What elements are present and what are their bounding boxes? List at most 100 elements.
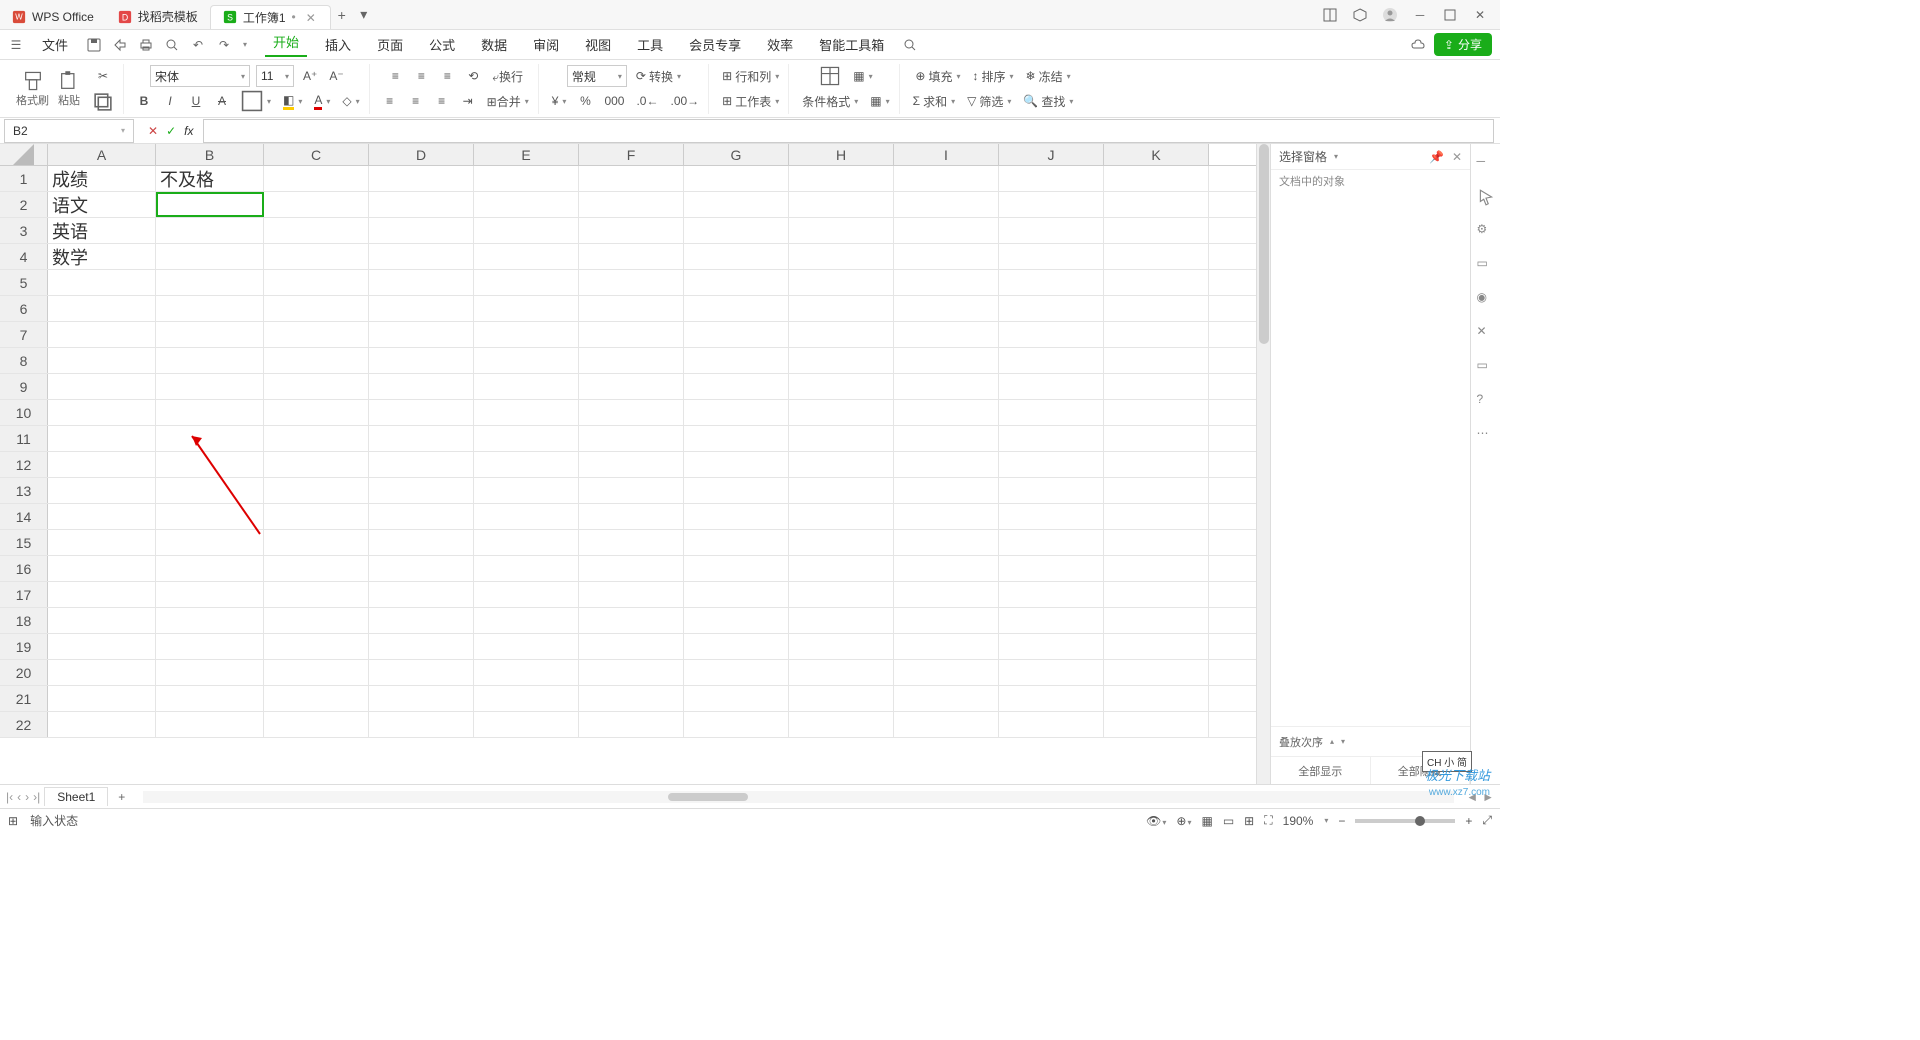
last-sheet-icon[interactable]: ›|: [33, 790, 40, 804]
cell[interactable]: [894, 504, 999, 529]
cell[interactable]: [789, 686, 894, 711]
cell[interactable]: [156, 322, 264, 347]
cell-style-icon[interactable]: ▦▾: [850, 65, 875, 87]
column-header[interactable]: B: [156, 144, 264, 165]
cell[interactable]: [156, 556, 264, 581]
cell[interactable]: [789, 608, 894, 633]
row-header[interactable]: 12: [0, 452, 48, 477]
cell[interactable]: [369, 504, 474, 529]
clear-format-icon[interactable]: ◇▾: [339, 90, 362, 112]
cell[interactable]: [999, 296, 1104, 321]
cell[interactable]: [1104, 400, 1209, 425]
cell[interactable]: [369, 166, 474, 191]
cell[interactable]: [684, 712, 789, 737]
cell[interactable]: [789, 452, 894, 477]
cut-icon[interactable]: ✂: [89, 65, 117, 87]
horizontal-scrollbar[interactable]: [143, 791, 1454, 803]
cell[interactable]: [1104, 426, 1209, 451]
image-icon[interactable]: ▭: [1477, 358, 1495, 376]
menu-smart[interactable]: 智能工具箱: [811, 35, 892, 54]
qat-dropdown-icon[interactable]: ▾: [243, 40, 247, 49]
cell[interactable]: [156, 452, 264, 477]
eye-icon[interactable]: 👁▾: [1146, 814, 1166, 828]
maximize-icon[interactable]: [1442, 7, 1458, 23]
cell[interactable]: [894, 374, 999, 399]
cell[interactable]: [48, 686, 156, 711]
cell[interactable]: [48, 270, 156, 295]
cell[interactable]: [999, 400, 1104, 425]
row-header[interactable]: 18: [0, 608, 48, 633]
hamburger-icon[interactable]: ☰: [8, 37, 24, 53]
cell[interactable]: [789, 504, 894, 529]
sum-button[interactable]: Σ求和▾: [910, 90, 958, 112]
cube-icon[interactable]: [1352, 7, 1368, 23]
cell[interactable]: [999, 660, 1104, 685]
menu-page[interactable]: 页面: [369, 35, 411, 54]
align-bottom-icon[interactable]: ≡: [437, 65, 457, 87]
worksheet-button[interactable]: ⊞工作表▾: [719, 90, 782, 112]
cell[interactable]: [156, 244, 264, 269]
sort-button[interactable]: ↕排序▾: [969, 65, 1016, 87]
row-header[interactable]: 6: [0, 296, 48, 321]
cell[interactable]: [684, 504, 789, 529]
cell[interactable]: [369, 608, 474, 633]
column-header[interactable]: G: [684, 144, 789, 165]
cell[interactable]: [894, 660, 999, 685]
row-header[interactable]: 16: [0, 556, 48, 581]
row-header[interactable]: 1: [0, 166, 48, 191]
cell[interactable]: [684, 530, 789, 555]
cell[interactable]: [789, 426, 894, 451]
cell[interactable]: [579, 348, 684, 373]
cell[interactable]: [1104, 296, 1209, 321]
cell[interactable]: [369, 686, 474, 711]
cell[interactable]: [684, 192, 789, 217]
cell[interactable]: [999, 348, 1104, 373]
column-header[interactable]: F: [579, 144, 684, 165]
name-box[interactable]: B2▾: [4, 119, 134, 143]
stack-up-icon[interactable]: ▴: [1330, 737, 1334, 746]
cell[interactable]: [684, 218, 789, 243]
cell[interactable]: [579, 582, 684, 607]
column-header[interactable]: I: [894, 144, 999, 165]
cell[interactable]: [579, 400, 684, 425]
cell[interactable]: [474, 556, 579, 581]
row-header[interactable]: 20: [0, 660, 48, 685]
cell[interactable]: [48, 504, 156, 529]
cell[interactable]: [789, 582, 894, 607]
cell[interactable]: [156, 348, 264, 373]
spreadsheet-grid[interactable]: ABCDEFGHIJK 1成绩不及格2语文3英语4数学5678910111213…: [0, 144, 1256, 784]
cell[interactable]: [894, 530, 999, 555]
cell[interactable]: [894, 452, 999, 477]
cell[interactable]: [684, 660, 789, 685]
menu-tools[interactable]: 工具: [629, 35, 671, 54]
row-header[interactable]: 7: [0, 322, 48, 347]
row-header[interactable]: 17: [0, 582, 48, 607]
menu-member[interactable]: 会员专享: [681, 35, 749, 54]
cell[interactable]: [369, 452, 474, 477]
cell[interactable]: [999, 634, 1104, 659]
cell[interactable]: [264, 218, 369, 243]
cell[interactable]: [48, 374, 156, 399]
zoom-in-icon[interactable]: +: [1465, 814, 1472, 828]
orientation-icon[interactable]: ⟲: [463, 65, 483, 87]
sheet-tab[interactable]: Sheet1: [44, 787, 108, 806]
cell[interactable]: [1104, 582, 1209, 607]
zoom-value[interactable]: 190%: [1283, 814, 1314, 828]
cell[interactable]: [1104, 634, 1209, 659]
column-header[interactable]: J: [999, 144, 1104, 165]
cell[interactable]: [579, 296, 684, 321]
tab-templates[interactable]: D 找稻壳模板: [106, 5, 210, 29]
cell[interactable]: [999, 686, 1104, 711]
row-header[interactable]: 10: [0, 400, 48, 425]
fill-button[interactable]: ⊕填充▾: [912, 65, 963, 87]
rowcol-button[interactable]: ⊞行和列▾: [719, 65, 782, 87]
cell[interactable]: [1104, 530, 1209, 555]
menu-home[interactable]: 开始: [265, 32, 307, 57]
cell[interactable]: [474, 634, 579, 659]
align-middle-icon[interactable]: ≡: [411, 65, 431, 87]
cell[interactable]: [684, 166, 789, 191]
save-as-icon[interactable]: [112, 37, 128, 53]
cell[interactable]: [156, 296, 264, 321]
cell[interactable]: [789, 478, 894, 503]
cell[interactable]: [156, 192, 264, 217]
